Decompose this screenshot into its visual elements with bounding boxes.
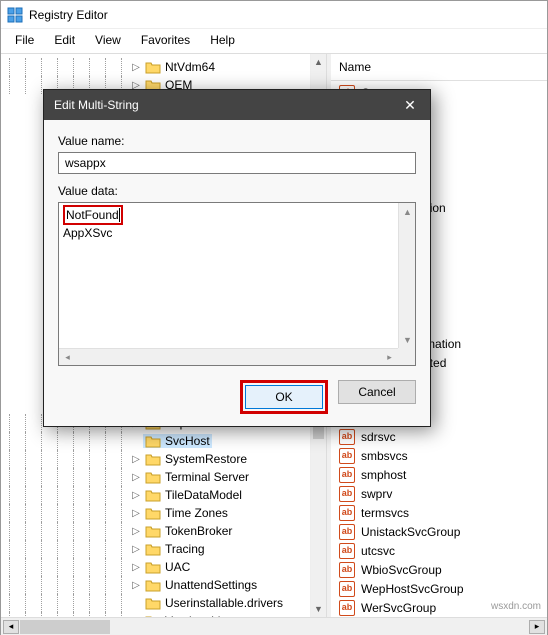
tree-item-label: Userinstallable.drivers (165, 596, 283, 610)
tree-item-label: TokenBroker (165, 524, 232, 538)
scroll-down-icon[interactable]: ▼ (311, 601, 326, 617)
expander-icon[interactable]: ▷ (129, 562, 143, 573)
reg-string-icon: ab (339, 543, 355, 559)
ok-highlight: OK (240, 380, 328, 414)
menubar: File Edit View Favorites Help (1, 29, 547, 54)
horizontal-scrollbar[interactable]: ◂ ▸ (1, 617, 547, 635)
expander-icon[interactable]: ▷ (129, 508, 143, 519)
value-item[interactable]: ab WbioSvcGroup (331, 560, 547, 579)
value-item-label: WepHostSvcGroup (361, 582, 464, 596)
tree-item-label: Tracing (165, 542, 205, 556)
ta-scroll-left-icon[interactable]: ◂ (59, 349, 76, 366)
expander-icon[interactable]: ▷ (129, 490, 143, 501)
value-item-label: sdrsvc (361, 430, 396, 444)
tree-item[interactable]: ▷ SystemRestore (1, 450, 326, 468)
values-header-name[interactable]: Name (331, 54, 547, 81)
tree-item-label: UnattendSettings (165, 578, 257, 592)
scroll-up-icon[interactable]: ▲ (311, 54, 326, 70)
value-item[interactable]: ab smbsvcs (331, 446, 547, 465)
tree-item-label: UAC (165, 560, 190, 574)
tree-item[interactable]: ▷ Tracing (1, 540, 326, 558)
textarea-vscrollbar[interactable]: ▲ ▼ (398, 203, 415, 348)
tree-item[interactable]: ▷ TokenBroker (1, 522, 326, 540)
value-data-label: Value data: (58, 184, 416, 198)
value-item-label: utcsvc (361, 544, 395, 558)
expander-icon[interactable]: ▷ (129, 526, 143, 537)
value-item-label: smphost (361, 468, 406, 482)
hscroll-thumb[interactable] (20, 620, 110, 634)
reg-string-icon: ab (339, 600, 355, 616)
tree-item-label: SvcHost (165, 434, 210, 448)
tree-item[interactable]: ▷ Time Zones (1, 504, 326, 522)
reg-string-icon: ab (339, 505, 355, 521)
tree-item[interactable]: Userinstallable.drivers (1, 594, 326, 612)
textarea-hscrollbar[interactable]: ◂ ▸ (59, 348, 398, 365)
ta-scroll-down-icon[interactable]: ▼ (399, 331, 416, 348)
scroll-right-icon[interactable]: ▸ (529, 620, 545, 634)
value-item-label: termsvcs (361, 506, 409, 520)
value-item-label: WbioSvcGroup (361, 563, 442, 577)
value-item-label: UnistackSvcGroup (361, 525, 460, 539)
app-icon (7, 7, 23, 23)
value-item-label: WerSvcGroup (361, 601, 436, 615)
edit-multistring-dialog: Edit Multi-String ✕ Value name: Value da… (43, 89, 431, 427)
menu-favorites[interactable]: Favorites (133, 31, 198, 49)
value-name-input[interactable] (58, 152, 416, 174)
value-name-label: Value name: (58, 134, 416, 148)
reg-string-icon: ab (339, 581, 355, 597)
expander-icon[interactable]: ▷ (129, 544, 143, 555)
value-item[interactable]: ab smphost (331, 465, 547, 484)
tree-item[interactable]: SvcHost (1, 432, 326, 450)
reg-string-icon: ab (339, 467, 355, 483)
tree-item-label: VersionsList (165, 614, 230, 617)
source-watermark: wsxdn.com (491, 601, 541, 612)
value-item-label: smbsvcs (361, 449, 408, 463)
tree-item[interactable]: ▷ UnattendSettings (1, 576, 326, 594)
tree-item[interactable]: ▷ Terminal Server (1, 468, 326, 486)
tree-item[interactable]: ▷ UAC (1, 558, 326, 576)
value-item[interactable]: abswprv (331, 484, 547, 503)
menu-file[interactable]: File (7, 31, 42, 49)
tree-item-label: NtVdm64 (165, 60, 215, 74)
expander-icon[interactable]: ▷ (129, 472, 143, 483)
tree-item[interactable]: ▷ NtVdm64 (1, 58, 326, 76)
scroll-left-icon[interactable]: ◂ (3, 620, 19, 634)
ok-button[interactable]: OK (245, 385, 323, 409)
close-icon[interactable]: ✕ (390, 90, 430, 120)
reg-string-icon: ab (339, 562, 355, 578)
highlighted-line: NotFound (63, 205, 123, 225)
ta-scroll-up-icon[interactable]: ▲ (399, 203, 416, 220)
reg-string-icon: ab (339, 429, 355, 445)
value-item-label: swprv (361, 487, 392, 501)
tree-item[interactable]: ▷ TileDataModel (1, 486, 326, 504)
tree-item-label: Time Zones (165, 506, 228, 520)
value-item[interactable]: ab termsvcs (331, 503, 547, 522)
value-item[interactable]: ab sdrsvc (331, 427, 547, 446)
reg-string-icon: ab (339, 448, 355, 464)
reg-string-icon: ab (339, 486, 355, 502)
cancel-button[interactable]: Cancel (338, 380, 416, 404)
tree-item[interactable]: VersionsList (1, 612, 326, 617)
ta-scroll-right-icon[interactable]: ▸ (381, 349, 398, 366)
value-item[interactable]: ab WepHostSvcGroup (331, 579, 547, 598)
tree-item-label: SystemRestore (165, 452, 247, 466)
expander-icon[interactable]: ▷ (129, 62, 143, 73)
tree-item-label: TileDataModel (165, 488, 242, 502)
tree-item-label: Terminal Server (165, 470, 249, 484)
menu-help[interactable]: Help (202, 31, 243, 49)
menu-edit[interactable]: Edit (46, 31, 83, 49)
menu-view[interactable]: View (87, 31, 129, 49)
dialog-titlebar[interactable]: Edit Multi-String ✕ (44, 90, 430, 120)
expander-icon[interactable]: ▷ (129, 454, 143, 465)
reg-string-icon: ab (339, 524, 355, 540)
expander-icon[interactable]: ▷ (129, 580, 143, 591)
value-item[interactable]: ab utcsvc (331, 541, 547, 560)
value-item[interactable]: ab UnistackSvcGroup (331, 522, 547, 541)
value-data-textarea[interactable]: NotFound AppXSvc APPUALS ▲ ▼ ◂ ▸ (58, 202, 416, 366)
dialog-title: Edit Multi-String (54, 98, 139, 112)
window-titlebar: Registry Editor (1, 1, 547, 29)
window-title: Registry Editor (29, 8, 541, 22)
